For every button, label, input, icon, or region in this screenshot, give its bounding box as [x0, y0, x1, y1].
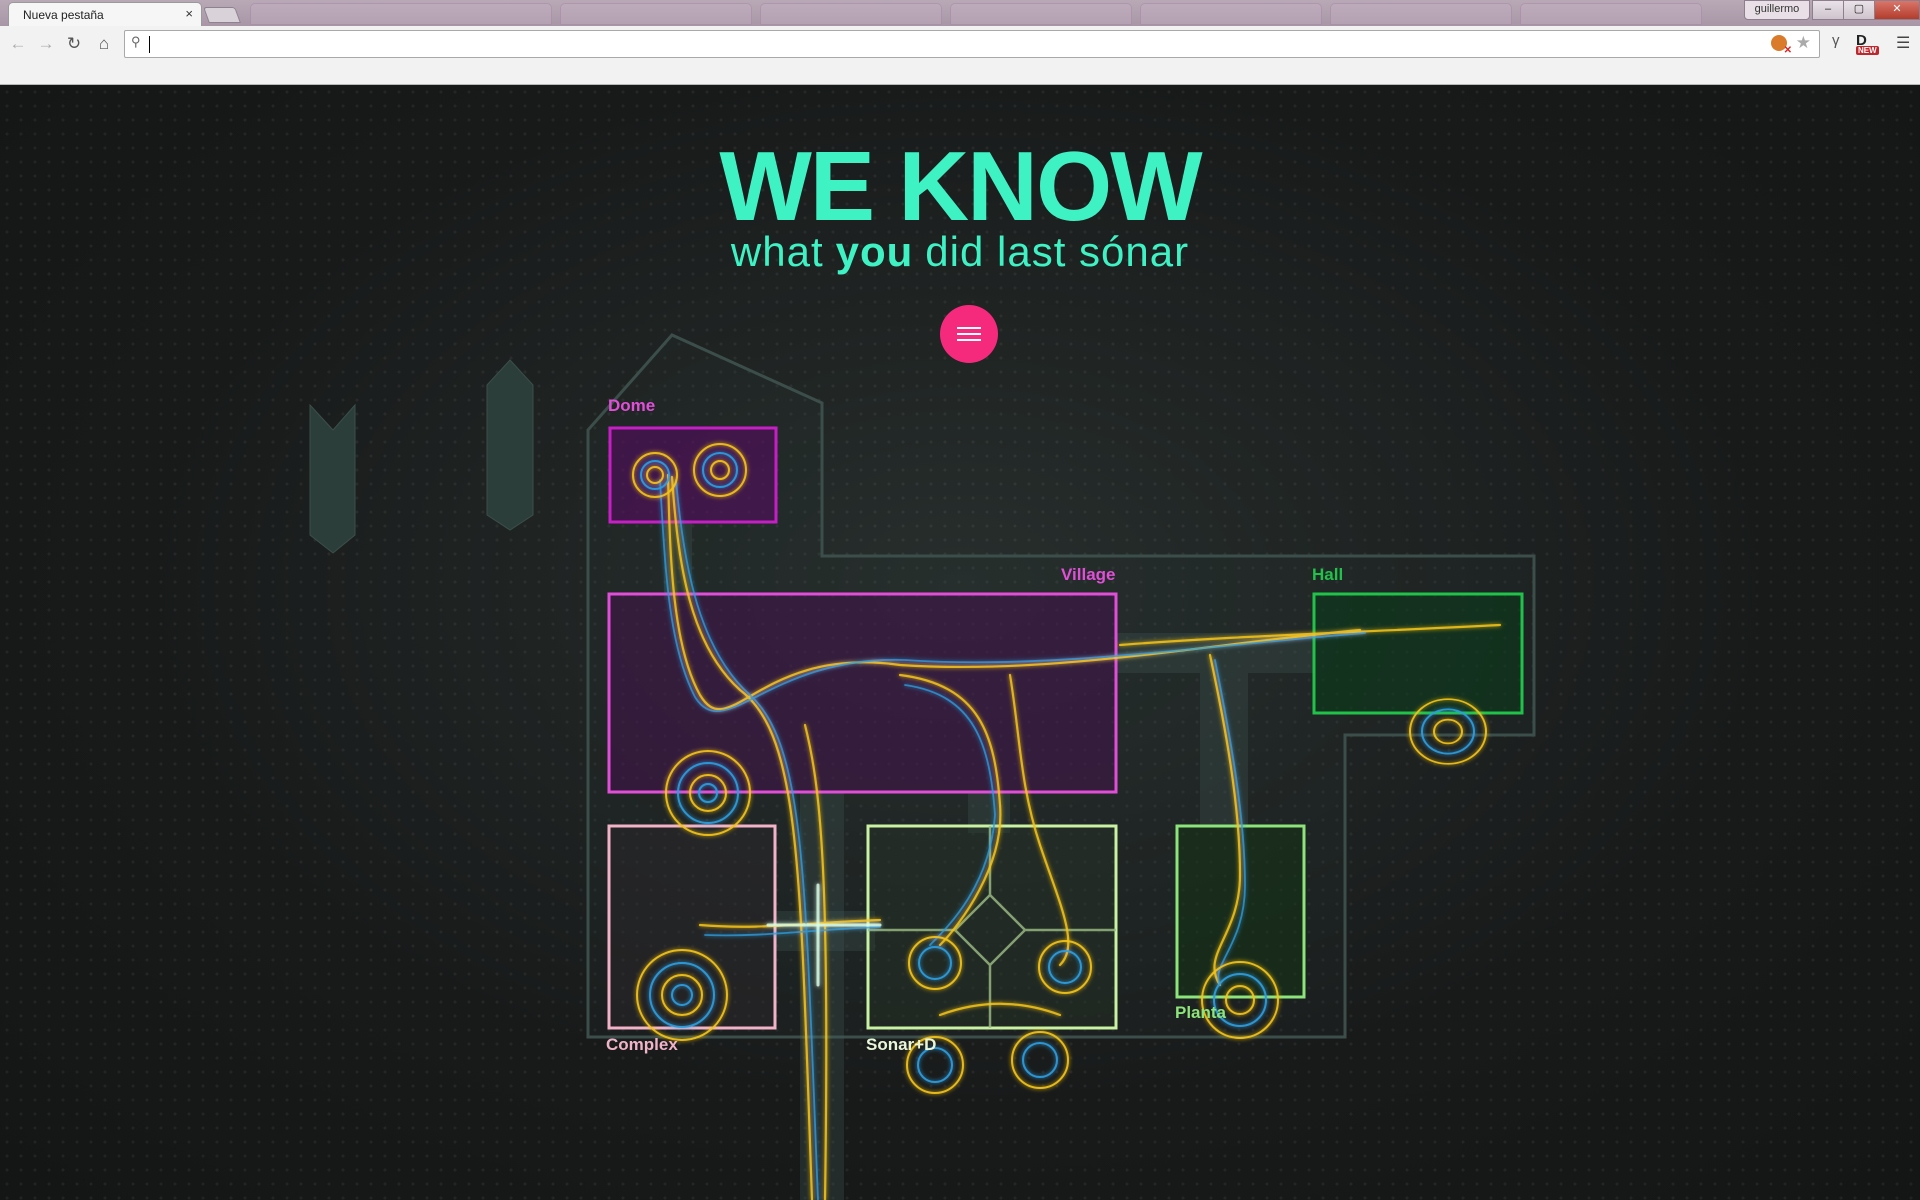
back-icon[interactable]: ← — [6, 32, 30, 56]
new-badge: NEW — [1856, 46, 1879, 55]
venue-map — [309, 333, 1536, 1200]
home-icon[interactable]: ⌂ — [92, 32, 116, 56]
background-tab[interactable] — [1520, 3, 1702, 25]
page-content: WE KNOW what you did last sónar Dome Vil… — [0, 85, 1920, 1200]
background-tab[interactable] — [760, 3, 942, 25]
reload-icon[interactable]: ↻ — [62, 32, 86, 56]
close-window-button[interactable]: ✕ — [1874, 0, 1920, 20]
blocked-extension-icon[interactable] — [1771, 35, 1792, 56]
room-label-hall: Hall — [1312, 565, 1344, 584]
background-tab[interactable] — [950, 3, 1132, 25]
browser-tab-bar: Nueva pestaña × guillermo – ▢ ✕ — [0, 0, 1920, 27]
tab-close-icon[interactable]: × — [185, 6, 193, 21]
extension-new-icon[interactable]: D NEW — [1856, 32, 1880, 56]
tab-active[interactable]: Nueva pestaña × — [8, 2, 202, 27]
new-tab-button[interactable] — [203, 7, 241, 23]
room-dome[interactable] — [608, 426, 778, 524]
background-tab[interactable] — [1330, 3, 1512, 25]
tab-title: Nueva pestaña — [23, 8, 104, 22]
background-tab[interactable] — [250, 3, 552, 25]
fork-extension-icon[interactable]: γ — [1832, 32, 1840, 49]
room-label-complex: Complex — [606, 1035, 678, 1054]
room-sonar-d[interactable] — [866, 824, 1118, 1030]
browser-menu-icon[interactable]: ☰ — [1896, 33, 1910, 53]
profile-button[interactable]: guillermo — [1744, 0, 1810, 20]
browser-toolbar: ← → ↻ ⌂ ⚲ ★ γ D NEW ☰ — [0, 26, 1920, 85]
room-village[interactable] — [607, 592, 1118, 794]
bookmark-star-icon[interactable]: ★ — [1796, 33, 1811, 53]
room-hall[interactable] — [1312, 592, 1524, 715]
address-bar[interactable]: ⚲ ★ — [124, 30, 1820, 58]
maximize-button[interactable]: ▢ — [1843, 0, 1875, 20]
room-label-sonar-d: Sonar+D — [866, 1035, 937, 1054]
minimize-button[interactable]: – — [1812, 0, 1844, 20]
room-label-dome: Dome — [608, 396, 656, 415]
search-icon: ⚲ — [131, 34, 141, 49]
pillar-right — [486, 359, 534, 531]
background-tab[interactable] — [1140, 3, 1322, 25]
forward-icon[interactable]: → — [34, 32, 58, 56]
background-tab[interactable] — [560, 3, 752, 25]
room-label-planta: Planta — [1175, 1003, 1227, 1022]
text-cursor — [149, 36, 150, 53]
pillar-left — [309, 403, 356, 554]
room-label-village: Village — [1061, 565, 1116, 584]
